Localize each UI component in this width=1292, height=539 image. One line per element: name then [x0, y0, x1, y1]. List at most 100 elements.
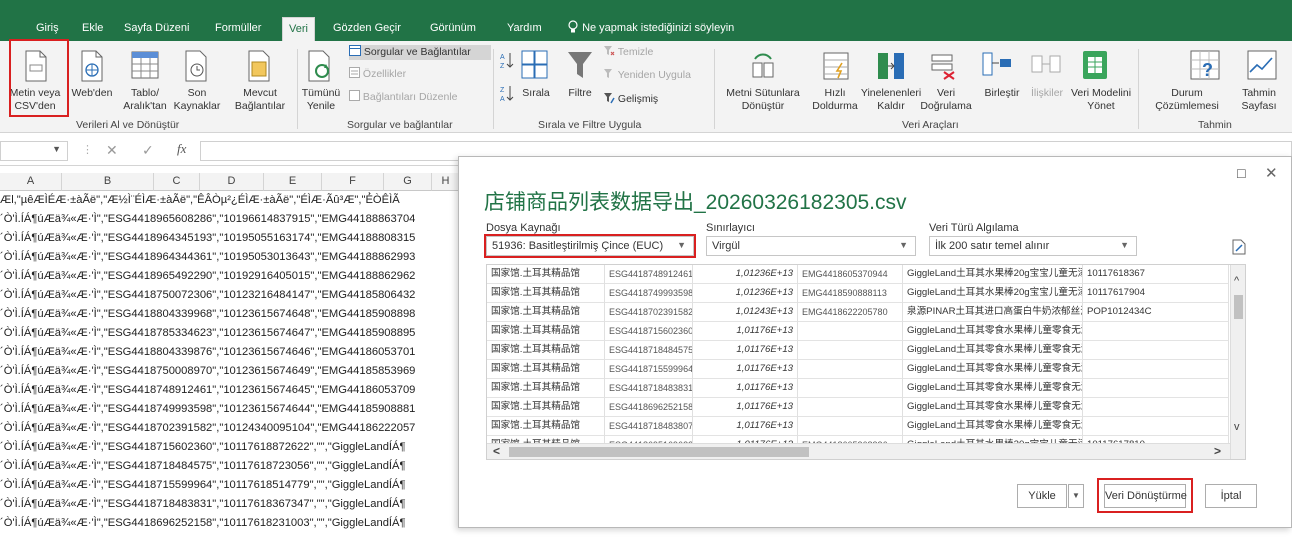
preview-cell [1083, 322, 1229, 341]
dialog-title: 店铺商品列表数据导出_20260326182305.csv [484, 191, 907, 214]
sheet-row[interactable]: ´Ò'Ì.ÍÁ¶úÆä¾«Æ·'Ì","ESG4418715599964","1… [0, 477, 460, 493]
what-if-icon: ? [1190, 50, 1220, 80]
clear-filter-label: Temizle [617, 46, 654, 58]
advanced-filter-button[interactable]: Gelişmiş [603, 92, 658, 105]
clear-filter-button[interactable]: Temizle [603, 45, 653, 58]
what-if-label: Durum Çözümlemesi [1155, 87, 1219, 112]
sheet-row[interactable]: ´Ò'Ì.ÍÁ¶úÆä¾«Æ·'Ì","ESG4418750008970","1… [0, 363, 460, 379]
tab-help[interactable]: Yardım [507, 22, 542, 34]
from-table-label: Tablo/ Aralık'tan [123, 87, 167, 112]
sheet-row[interactable]: ´Ò'Ì.ÍÁ¶úÆä¾«Æ·'Ì","ESG4418804339968","1… [0, 306, 460, 322]
tab-data[interactable]: Veri [282, 17, 315, 41]
sheet-row[interactable]: ´Ò'Ì.ÍÁ¶úÆä¾«Æ·'Ì","ESG4418718483831","1… [0, 496, 460, 512]
sheet-row[interactable]: ´Ò'Ì.ÍÁ¶úÆä¾«Æ·'Ì","ESG4418750072306","1… [0, 287, 460, 303]
existing-connections-label: Mevcut Bağlantılar [234, 87, 286, 112]
sheet-row[interactable]: ´Ò'Ì.ÍÁ¶úÆä¾«Æ·'Ì","ESG4418964344361","1… [0, 249, 460, 265]
sheet-row[interactable]: ´Ò'Ì.ÍÁ¶úÆä¾«Æ·'Ì","ESG4418696252158","1… [0, 515, 460, 531]
tab-page-layout[interactable]: Sayfa Düzeni [124, 22, 189, 34]
reapply-button[interactable]: Yeniden Uygula [603, 68, 691, 81]
preview-cell [1083, 379, 1229, 398]
scroll-right-icon[interactable]: > [1214, 444, 1221, 458]
maximize-icon[interactable]: ☐ [1236, 167, 1247, 181]
scroll-left-icon[interactable]: < [493, 444, 500, 458]
sheet-row[interactable]: ´Ò'Ì.ÍÁ¶úÆä¾«Æ·'Ì","ESG4418785334623","1… [0, 325, 460, 341]
preview-cell: GiggleLand土耳其水果棒20g宝宝儿童无添加健康有... [903, 284, 1083, 303]
relationships-icon [1031, 55, 1061, 73]
function-icon[interactable]: fx [177, 141, 186, 157]
sheet-row[interactable]: ´Ò'Ì.ÍÁ¶úÆä¾«Æ·'Ì","ESG4418748912461","1… [0, 382, 460, 398]
ribbon-separator [1138, 49, 1139, 129]
chevron-down-icon: ▼ [1072, 491, 1080, 500]
properties-button[interactable]: Özellikler [349, 67, 406, 80]
load-button[interactable]: Yükle [1017, 484, 1067, 508]
sort-descending-icon[interactable]: ZA [500, 84, 514, 104]
type-detection-select[interactable]: İlk 200 satır temel alınır ▼ [929, 236, 1137, 256]
reapply-icon [604, 69, 612, 78]
data-model-label: Veri Modelini Yönet [1070, 87, 1132, 112]
delimiter-select[interactable]: Virgül ▼ [706, 236, 916, 256]
edit-file-icon[interactable] [1232, 239, 1246, 255]
edit-links-button[interactable]: Bağlantıları Düzenle [349, 90, 457, 103]
queries-connections-button[interactable]: Sorgular ve Bağlantılar [349, 45, 491, 60]
cancel-button[interactable]: İptal [1205, 484, 1257, 508]
column-header-e[interactable]: E [264, 173, 322, 191]
sheet-row[interactable]: ´Ò'Ì.ÍÁ¶úÆä¾«Æ·'Ì","ESG4418804339876","1… [0, 344, 460, 360]
from-web-label: Web'den [71, 87, 113, 99]
enter-icon[interactable]: ✓ [142, 142, 154, 159]
horizontal-scrollbar[interactable]: < > [487, 443, 1230, 459]
sheet-row[interactable]: ´Ò'Ì.ÍÁ¶úÆä¾«Æ·'Ì","ESG4418965608286","1… [0, 211, 460, 227]
tell-me-box[interactable]: Ne yapmak istediğinizi söyleyin [567, 20, 734, 34]
sheet-row[interactable]: ´Ò'Ì.ÍÁ¶úÆä¾«Æ·'Ì","ESG4418964345193","1… [0, 230, 460, 246]
column-header-b[interactable]: B [62, 173, 154, 191]
column-header-h[interactable]: H [432, 173, 460, 191]
sheet-row[interactable]: Æl,"µêÆÌÉÆ·±àÃë","Æ½Ì¨ÉÌÆ·±àÃë","ÊÂÒµ²¿É… [0, 192, 460, 208]
preview-row: 国家馆.土耳其精品馆 ESG4418749993598 1,01236E+13 EMG… [487, 284, 1245, 303]
load-options-dropdown[interactable]: ▼ [1068, 484, 1084, 508]
tab-home[interactable]: Giriş [36, 22, 59, 34]
tab-view[interactable]: Görünüm [430, 22, 476, 34]
sheet-row[interactable]: ´Ò'Ì.ÍÁ¶úÆä¾«Æ·'Ì","ESG4418965492290","1… [0, 268, 460, 284]
name-box[interactable]: ▼ [0, 141, 68, 161]
cancel-icon[interactable]: ✕ [106, 142, 118, 159]
sheet-row[interactable]: ´Ò'Ì.ÍÁ¶úÆä¾«Æ·'Ì","ESG4418715602360","1… [0, 439, 460, 455]
scroll-up-icon[interactable]: ^ [1234, 275, 1239, 287]
preview-cell: EMG4418605370944 [798, 265, 903, 284]
column-header-a[interactable]: A [0, 173, 62, 191]
sheet-row[interactable]: ´Ò'Ì.ÍÁ¶úÆä¾«Æ·'Ì","ESG4418749993598","1… [0, 401, 460, 417]
horizontal-scroll-thumb[interactable] [509, 447, 809, 457]
preview-grid[interactable]: 国家馆.土耳其精品馆 ESG4418748912461 1,01236E+13 EMG… [486, 264, 1246, 460]
column-header-d[interactable]: D [200, 173, 264, 191]
scroll-down-icon[interactable]: v [1234, 421, 1240, 433]
sheet-row[interactable]: ´Ò'Ì.ÍÁ¶úÆä¾«Æ·'Ì","ESG4418702391582","1… [0, 420, 460, 436]
sort-ascending-icon[interactable]: AZ [500, 51, 514, 71]
preview-row: 国家馆.土耳其精品馆 ESG4418702391582 1,01243E+13 EMG… [487, 303, 1245, 322]
preview-cell: GiggleLand土耳其零食水果棒儿童零食无添加健康营... [903, 398, 1083, 417]
preview-cell [798, 341, 903, 360]
vertical-scroll-thumb[interactable] [1234, 295, 1243, 319]
edit-links-icon [349, 90, 360, 101]
queries-connections-label: Sorgular ve Bağlantılar [363, 46, 471, 58]
close-icon[interactable]: ✕ [1265, 164, 1278, 182]
reapply-label: Yeniden Uygula [617, 69, 691, 81]
name-box-dropdown-icon[interactable]: ▼ [52, 144, 61, 154]
preview-cell: 国家馆.土耳其精品馆 [487, 379, 605, 398]
preview-cell: GiggleLand土耳其水果棒20g宝宝儿童无添加健康有... [903, 265, 1083, 284]
preview-cell [798, 360, 903, 379]
preview-cell: 1,01176E+13 [693, 417, 798, 436]
preview-cell: 1,01176E+13 [693, 322, 798, 341]
preview-cell: 1,01176E+13 [693, 379, 798, 398]
tab-review[interactable]: Gözden Geçir [333, 22, 401, 34]
tab-formulas[interactable]: Formüller [215, 22, 261, 34]
vertical-scrollbar[interactable]: ^ v [1230, 265, 1245, 459]
column-header-f[interactable]: F [322, 173, 384, 191]
sheet-row[interactable]: ´Ò'Ì.ÍÁ¶úÆä¾«Æ·'Ì","ESG4418718484575","1… [0, 458, 460, 474]
consolidate-icon [982, 52, 1011, 76]
preview-cell: ESG4418715599964 [605, 360, 693, 379]
properties-label: Özellikler [362, 68, 407, 80]
preview-cell: 国家馆.土耳其精品馆 [487, 417, 605, 436]
column-header-g[interactable]: G [384, 173, 432, 191]
column-header-c[interactable]: C [154, 173, 200, 191]
tab-insert[interactable]: Ekle [82, 22, 103, 34]
existing-connections-icon [248, 50, 270, 82]
properties-icon [349, 67, 360, 78]
